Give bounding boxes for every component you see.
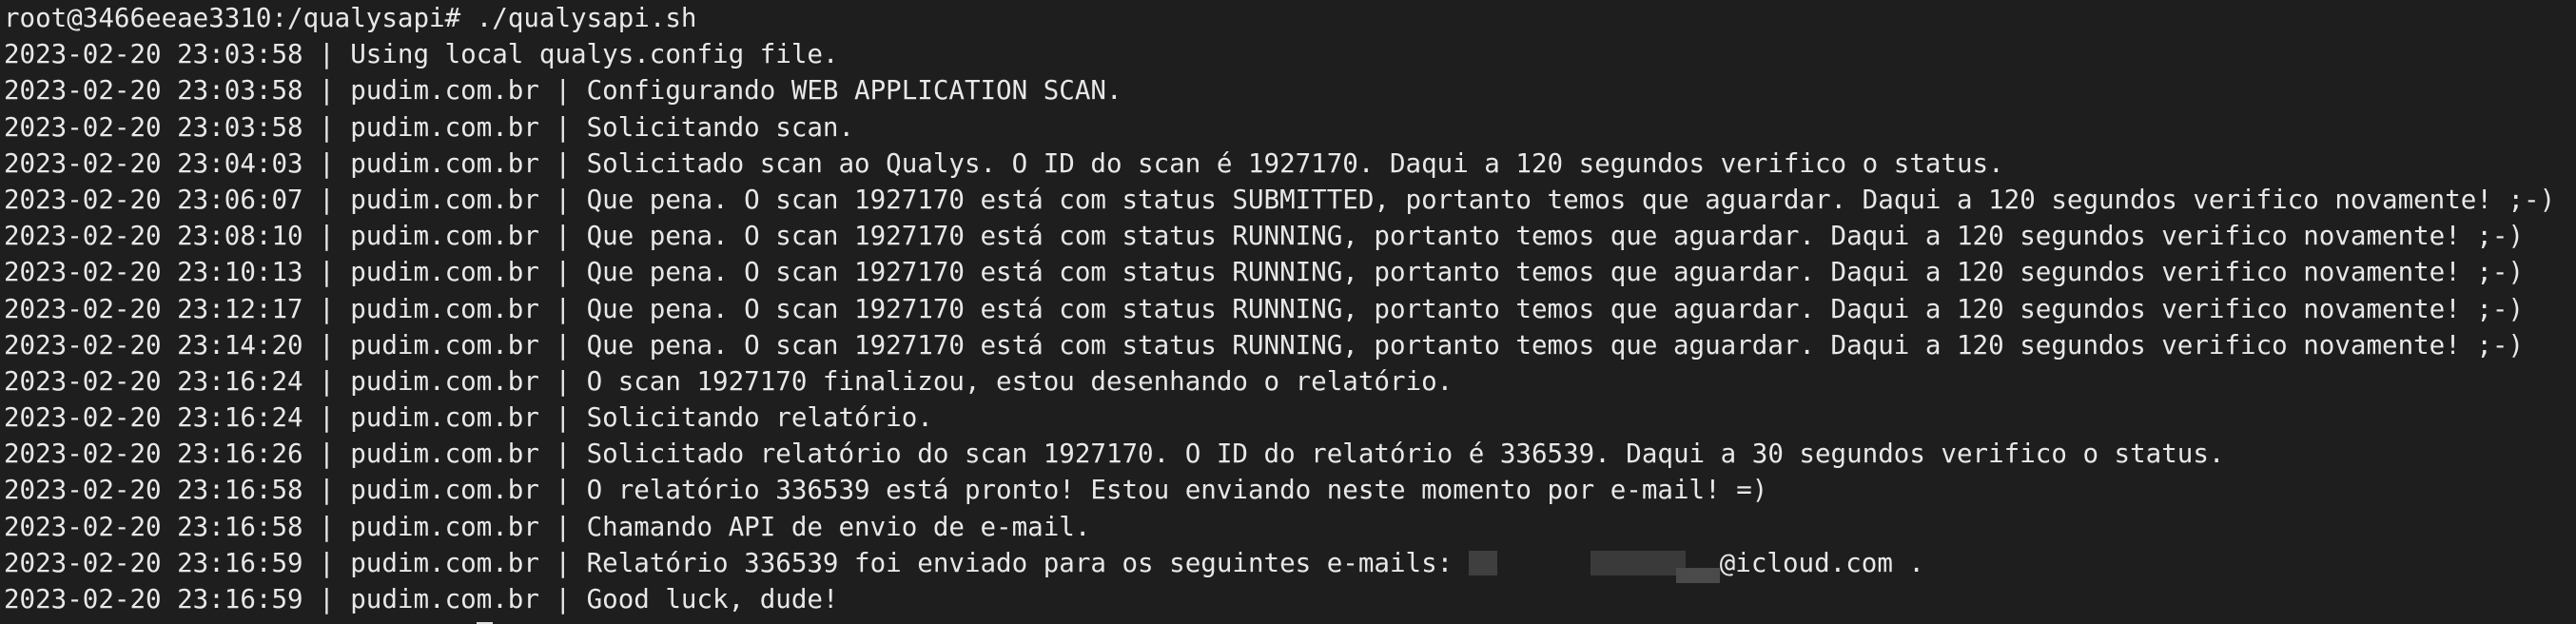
redacted-email-block [1468, 550, 1497, 575]
log-line: 2023-02-20 23:16:58 | pudim.com.br | Cha… [4, 511, 1091, 542]
log-line: 2023-02-20 23:03:58 | pudim.com.br | Sol… [4, 111, 855, 143]
redacted-email-block [1675, 567, 1720, 583]
log-line: 2023-02-20 23:12:17 | pudim.com.br | Que… [4, 293, 2525, 324]
log-line: 2023-02-20 23:06:07 | pudim.com.br | Que… [4, 184, 2556, 215]
log-line: 2023-02-20 23:16:24 | pudim.com.br | O s… [4, 365, 1454, 397]
log-line: 2023-02-20 23:16:26 | pudim.com.br | Sol… [4, 439, 2225, 470]
shell-prompt: root@3466eeae3310:/qualysapi# [4, 620, 477, 624]
log-line: 2023-02-20 23:10:13 | pudim.com.br | Que… [4, 257, 2525, 288]
shell-prompt: root@3466eeae3310:/qualysapi# [4, 3, 477, 33]
log-line: 2023-02-20 23:14:20 | pudim.com.br | Que… [4, 329, 2525, 361]
log-line: 2023-02-20 23:08:10 | pudim.com.br | Que… [4, 221, 2525, 252]
active-prompt-line[interactable]: root@3466eeae3310:/qualysapi# [4, 617, 2576, 624]
log-line: 2023-02-20 23:03:58 | pudim.com.br | Con… [4, 75, 1122, 107]
command-line: root@3466eeae3310:/qualysapi# ./qualysap… [4, 0, 2576, 36]
email-log-line: 2023-02-20 23:16:59 | pudim.com.br | Rel… [4, 545, 2576, 583]
redacted-email-block [1590, 550, 1686, 575]
email-domain: @icloud.com . [1719, 547, 1924, 578]
log-line: 2023-02-20 23:16:24 | pudim.com.br | Sol… [4, 402, 933, 434]
terminal-window[interactable]: root@3466eeae3310:/qualysapi# ./qualysap… [0, 0, 2576, 624]
log-line: 2023-02-20 23:04:03 | pudim.com.br | Sol… [4, 147, 2004, 179]
email-line-prefix: 2023-02-20 23:16:59 | pudim.com.br | Rel… [4, 547, 1469, 578]
log-line: 2023-02-20 23:16:58 | pudim.com.br | O r… [4, 475, 1768, 506]
log-line: 2023-02-20 23:16:59 | pudim.com.br | Goo… [4, 584, 839, 614]
command-text: ./qualysapi.sh [476, 3, 697, 33]
log-line: 2023-02-20 23:03:58 | Using local qualys… [4, 39, 839, 70]
